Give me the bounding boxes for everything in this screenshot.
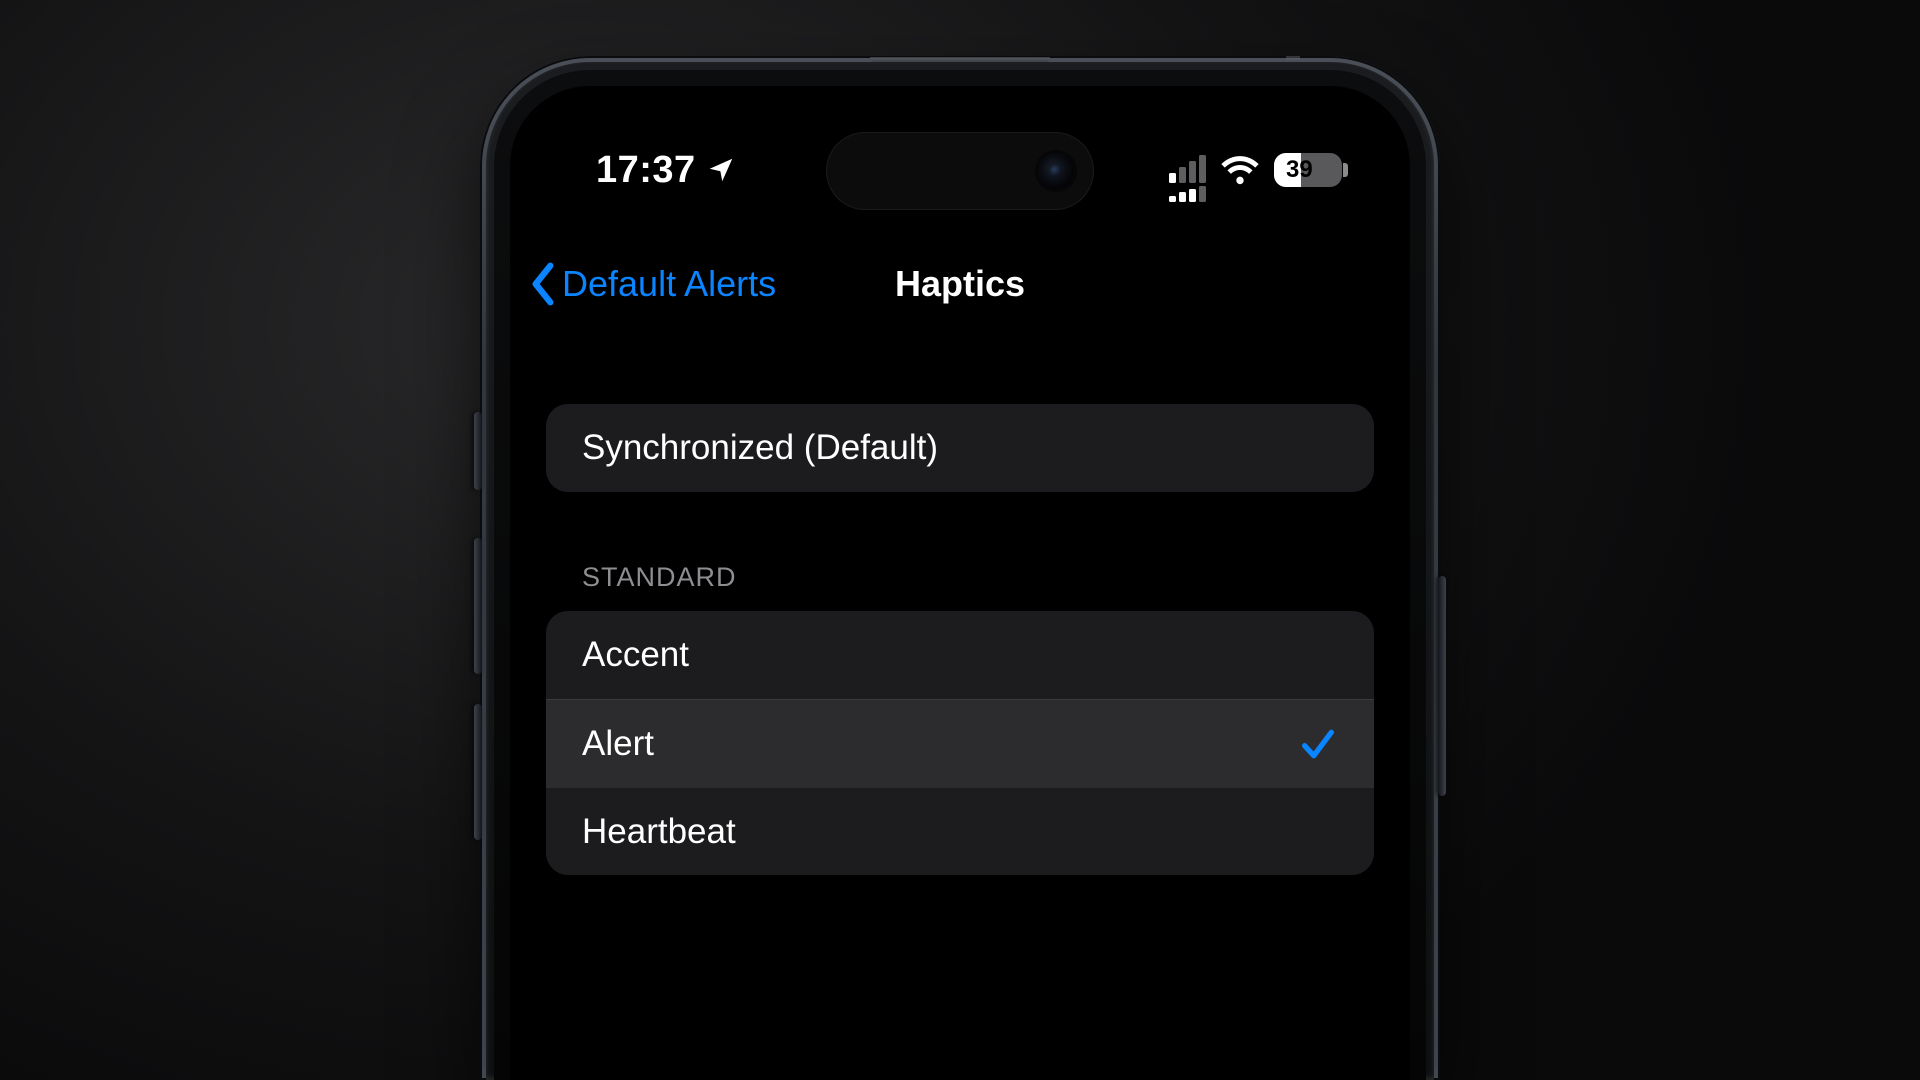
option-label: Alert [582, 724, 654, 764]
silent-switch [474, 412, 482, 490]
wifi-icon [1220, 155, 1260, 185]
option-label: Accent [582, 635, 689, 675]
haptic-option-heartbeat[interactable]: Heartbeat [546, 787, 1374, 875]
location-icon [706, 155, 736, 185]
page-title: Haptics [895, 263, 1025, 305]
nav-bar: Default Alerts Haptics [510, 246, 1410, 322]
phone-frame: 17:37 39 [480, 56, 1440, 1080]
status-bar: 17:37 39 [510, 138, 1410, 202]
screen: 17:37 39 [510, 86, 1410, 1080]
battery-percent: 39 [1282, 156, 1313, 184]
haptic-option-alert[interactable]: Alert [546, 699, 1374, 787]
back-label: Default Alerts [562, 263, 776, 305]
volume-up-button [474, 538, 482, 674]
section-header-standard: STANDARD [546, 562, 1374, 611]
antenna-band [1286, 56, 1300, 60]
checkmark-icon [1298, 724, 1338, 764]
status-time: 17:37 [596, 149, 696, 192]
power-button [1438, 576, 1446, 796]
battery-nub [1343, 163, 1348, 177]
battery-indicator: 39 [1274, 153, 1342, 187]
option-label: Synchronized (Default) [582, 428, 938, 468]
default-haptic-group: Synchronized (Default) [546, 404, 1374, 492]
haptic-option-synchronized[interactable]: Synchronized (Default) [546, 404, 1374, 492]
volume-down-button [474, 704, 482, 840]
haptic-option-accent[interactable]: Accent [546, 611, 1374, 699]
chevron-left-icon [528, 262, 558, 306]
cellular-signal-icon [1169, 155, 1206, 185]
back-button[interactable]: Default Alerts [510, 262, 776, 306]
option-label: Heartbeat [582, 812, 736, 852]
standard-haptics-group: Accent Alert Heartbeat [546, 611, 1374, 875]
